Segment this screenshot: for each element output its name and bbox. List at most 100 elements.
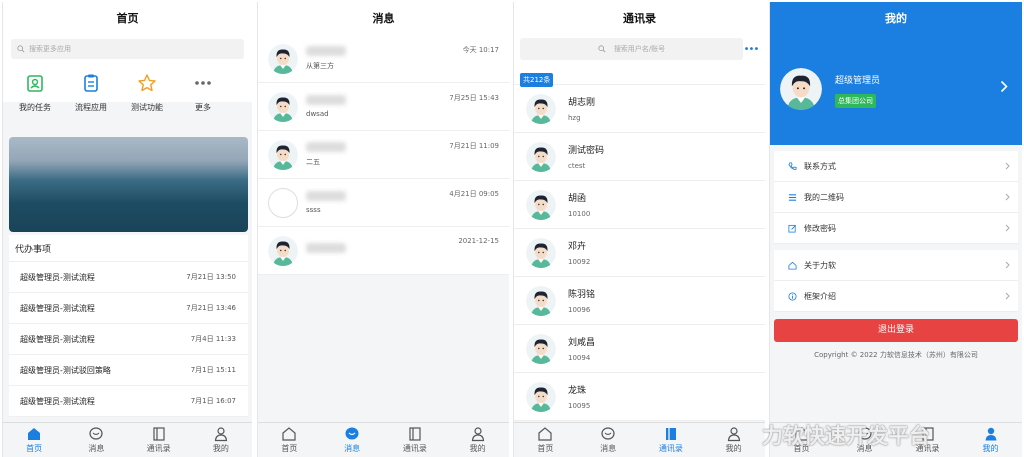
clipboard-icon <box>84 74 98 92</box>
message-item[interactable]: 从第三方 今天 10:17 <box>258 35 509 83</box>
home-banner-image[interactable] <box>9 137 248 232</box>
blurred-name <box>306 191 346 201</box>
todo-item-date: 7月21日 13:46 <box>186 304 236 312</box>
home-icon <box>282 427 296 441</box>
tab-contacts[interactable]: 通讯录 <box>384 423 447 457</box>
tab-label: 消息 <box>88 444 105 453</box>
copyright-text: Copyright © 2022 力软信息技术（苏州）有限公司 <box>814 351 978 359</box>
blurred-name <box>306 95 346 105</box>
contact-item[interactable]: 胡函 10100 <box>514 181 765 229</box>
user-icon <box>727 427 740 442</box>
tab-messages[interactable]: 消息 <box>65 423 127 457</box>
avatar-placeholder <box>268 187 298 218</box>
contact-item[interactable]: 邓卉 10092 <box>514 229 765 277</box>
tab-messages[interactable]: 消息 <box>321 423 384 457</box>
message-item[interactable]: ssss 4月21日 09:05 <box>258 179 509 227</box>
message-time: 今天 10:17 <box>462 46 499 54</box>
tab-mine[interactable]: 我的 <box>446 423 509 457</box>
todo-item[interactable]: 超级管理员-测试流程 7月21日 13:46 <box>9 293 248 324</box>
todo-item[interactable]: 超级管理员-测试流程 7月4日 11:33 <box>9 324 248 355</box>
contact-item[interactable]: 测试密码 ctest <box>514 133 765 181</box>
contact-item[interactable]: 刘咸昌 10094 <box>514 325 765 373</box>
chevron-right-icon <box>1005 224 1010 232</box>
message-item[interactable]: 二五 7月21日 11:09 <box>258 131 509 179</box>
todo-list: 代办事项 超级管理员-测试流程 7月21日 13:50 超级管理员-测试流程 7月2… <box>9 235 248 417</box>
message-time: 7月21日 11:09 <box>449 142 499 150</box>
search-icon <box>17 45 25 53</box>
contact-item[interactable]: 陈羽铭 10096 <box>514 277 765 325</box>
search-icon <box>598 45 606 53</box>
contact-item[interactable]: 胡志刚 hzg <box>514 85 765 133</box>
more-options-button[interactable]: ••• <box>743 44 760 55</box>
home-icon <box>538 427 552 441</box>
menu-change-password[interactable]: 修改密码 <box>774 213 1018 244</box>
tab-bar: 首页 消息 通讯录 我的 <box>258 422 509 457</box>
menu-label: 修改密码 <box>804 223 836 233</box>
tab-label: 首页 <box>537 444 554 453</box>
todo-item-title: 超级管理员-测试流程 <box>20 272 95 282</box>
avatar <box>268 92 298 122</box>
quick-flow-apps[interactable]: 流程应用 <box>63 73 119 113</box>
tab-mine[interactable]: 我的 <box>190 423 252 457</box>
tab-label: 首页 <box>281 444 298 453</box>
tab-home[interactable]: 首页 <box>3 423 65 457</box>
search-input[interactable]: 搜索更多应用 <box>11 39 244 59</box>
contact-name: 邓卉 <box>568 242 587 252</box>
profile-header[interactable]: 我的 超级管理员 总集团公司 <box>770 2 1022 145</box>
mine-screen: 我的 超级管理员 总集团公司 联系方式 我的二维码 修改密码 关于力软 框架介绍… <box>769 2 1022 457</box>
message-preview: 二五 <box>306 158 320 166</box>
tab-mine[interactable]: 我的 <box>702 423 765 457</box>
book-icon <box>153 427 165 441</box>
message-item[interactable]: 2021-12-15 <box>258 227 509 275</box>
todo-item[interactable]: 超级管理员-测试驳回策略 7月1日 15:11 <box>9 355 248 386</box>
tab-label: 通讯录 <box>658 444 683 453</box>
blurred-name <box>306 243 346 253</box>
chevron-right-icon <box>1005 292 1010 300</box>
tab-home[interactable]: 首页 <box>258 423 321 457</box>
todo-title: 代办事项 <box>9 235 248 262</box>
task-icon <box>27 75 43 92</box>
todo-item-date: 7月1日 16:07 <box>190 397 236 405</box>
chevron-right-icon <box>1005 193 1010 201</box>
tab-contacts[interactable]: 通讯录 <box>128 423 190 457</box>
avatar <box>526 190 556 220</box>
quick-test-function[interactable]: 测试功能 <box>119 73 175 113</box>
contact-id: ctest <box>568 162 586 170</box>
contacts-screen: 通讯录 搜索用户名/账号 ••• 共212条 胡志刚 hzg 测试密码 ctest … <box>513 2 765 457</box>
menu-my-qrcode[interactable]: 我的二维码 <box>774 182 1018 213</box>
todo-item[interactable]: 超级管理员-测试流程 7月1日 16:07 <box>9 386 248 417</box>
message-item[interactable]: dwsad 7月25日 15:43 <box>258 83 509 131</box>
tab-messages[interactable]: 消息 <box>577 423 640 457</box>
tab-mine[interactable]: 我的 <box>959 423 1022 457</box>
todo-item-date: 7月1日 15:11 <box>190 366 236 374</box>
menu-label: 框架介绍 <box>804 291 836 301</box>
avatar <box>780 68 822 110</box>
menu-contact-info[interactable]: 联系方式 <box>774 151 1018 182</box>
avatar <box>268 44 298 74</box>
menu-about[interactable]: 关于力软 <box>774 250 1018 281</box>
contacts-search-bar: 搜索用户名/账号 ••• <box>514 35 765 63</box>
tab-home[interactable]: 首页 <box>514 423 577 457</box>
todo-item[interactable]: 超级管理员-测试流程 7月21日 13:50 <box>9 262 248 293</box>
home-screen: 首页 搜索更多应用 我的任务 流程应用 测试功能 更多 代办事项 超级管理员-测… <box>2 2 252 457</box>
contact-id: 10096 <box>568 306 591 314</box>
quick-my-tasks[interactable]: 我的任务 <box>7 73 63 113</box>
home-icon <box>788 261 797 270</box>
logout-button[interactable]: 退出登录 <box>774 319 1018 342</box>
contact-item[interactable]: 龙珠 10095 <box>514 373 765 421</box>
page-title: 消息 <box>258 2 509 35</box>
chat-icon <box>345 427 359 440</box>
tab-bar: 首页 消息 通讯录 我的 <box>514 422 765 457</box>
message-preview: ssss <box>306 206 321 214</box>
list-icon <box>788 193 797 201</box>
todo-item-title: 超级管理员-测试流程 <box>20 303 95 313</box>
org-badge: 总集团公司 <box>835 94 876 108</box>
chat-icon <box>89 427 103 440</box>
message-list: 从第三方 今天 10:17 dwsad 7月25日 15:43 二五 7月21日… <box>258 35 509 275</box>
quick-label: 我的任务 <box>19 103 51 112</box>
menu-framework-intro[interactable]: 框架介绍 <box>774 281 1018 312</box>
contact-id: hzg <box>568 114 581 122</box>
search-input[interactable]: 搜索用户名/账号 <box>520 38 743 60</box>
quick-more[interactable]: 更多 <box>175 73 231 113</box>
tab-contacts[interactable]: 通讯录 <box>640 423 703 457</box>
